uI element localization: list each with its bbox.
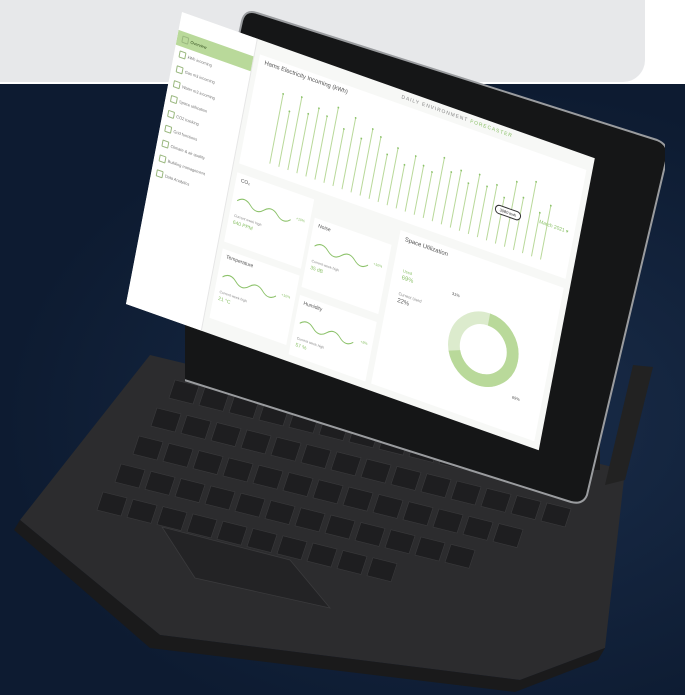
chart-bar-cap: [443, 156, 446, 159]
metric-sparkline: [314, 244, 369, 268]
sidebar-item-icon: [169, 94, 178, 105]
chart-bar: [314, 116, 328, 180]
chart-bar-cap: [549, 204, 552, 207]
chart-bar: [332, 128, 345, 187]
chart-bar-cap: [503, 196, 506, 199]
metric-title: CO₂: [240, 177, 251, 188]
metric-change: +10%: [295, 216, 306, 224]
chart-bar-cap: [535, 180, 538, 183]
sidebar-item-icon: [161, 139, 170, 149]
chart-bar-cap: [467, 182, 470, 185]
chart-bar: [530, 212, 541, 257]
chart-bar-cap: [318, 107, 320, 110]
metric-sparkline: [222, 274, 277, 298]
chart-bar: [431, 157, 445, 222]
chart-bar: [449, 170, 462, 228]
chart-bar-cap: [360, 137, 363, 140]
chart-bar-cap: [307, 112, 310, 115]
metric-change: +10%: [373, 261, 383, 269]
chart-bar-cap: [460, 169, 463, 172]
chart-bar-cap: [282, 92, 285, 95]
chart-bar: [350, 138, 362, 193]
chart-bar: [377, 154, 388, 203]
chart-bar: [368, 136, 382, 199]
space-title: Space Utilization: [404, 237, 449, 259]
chart-bar: [440, 171, 452, 225]
metric-sparkline: [236, 198, 292, 222]
sidebar-item-label: Overview: [190, 39, 208, 51]
chart-bar: [458, 183, 469, 231]
sidebar-item-icon: [158, 154, 167, 164]
chart-bar-cap: [478, 173, 481, 176]
chart-bar-cap: [538, 211, 541, 214]
metric-sparkline: [299, 321, 354, 345]
chart-bar-cap: [300, 96, 303, 99]
chart-bar-cap: [515, 180, 518, 183]
sidebar-item-icon: [175, 65, 184, 75]
sidebar-item-icon: [178, 50, 187, 60]
chart-bar-cap: [371, 128, 374, 130]
chart-bar-cap: [337, 106, 340, 109]
chart-bar: [413, 165, 425, 215]
metric-title: Noise: [317, 223, 332, 234]
chart-bar-cap: [486, 185, 488, 188]
metric-change: +8%: [360, 339, 368, 347]
chart-bar-cap: [343, 128, 345, 130]
used-value: 69%: [401, 275, 414, 286]
metric-title: Humidity: [302, 300, 323, 314]
chart-bar-cap: [522, 196, 525, 199]
chart-bar: [296, 113, 309, 174]
chart-bar-cap: [496, 183, 498, 186]
chart-bar-cap: [288, 110, 291, 113]
metric-title: Temperature: [225, 254, 254, 270]
donut-chart: [448, 311, 519, 387]
metric-change: +10%: [281, 292, 291, 300]
chart-bar: [404, 155, 417, 212]
sidebar-item-icon: [181, 35, 190, 45]
chart-bar: [278, 111, 290, 167]
chart-bar: [540, 205, 552, 260]
chart-bar: [422, 171, 433, 219]
chart-bar: [476, 186, 488, 238]
sidebar-item-icon: [155, 169, 164, 179]
chart-bar: [512, 197, 524, 251]
chart-bar-cap: [450, 171, 453, 174]
chart-bar-cap: [414, 155, 417, 158]
chart-bar-cap: [386, 153, 389, 156]
sidebar-item-icon: [167, 109, 176, 120]
sidebar-item-icon: [164, 124, 173, 134]
chart-bar-cap: [354, 116, 357, 119]
chart-bar: [395, 164, 405, 209]
chart-bar-cap: [403, 163, 406, 166]
chart-bar-cap: [380, 136, 382, 138]
chart-bar: [386, 147, 399, 206]
chart-bar-cap: [397, 147, 399, 150]
sidebar-item-icon: [172, 80, 181, 90]
chart-bar-cap: [326, 115, 328, 118]
chart-bar: [467, 174, 481, 235]
chart-bar-cap: [422, 164, 425, 167]
sidebar-item-label: Data Analytics: [164, 173, 190, 187]
chart-bar-cap: [431, 171, 433, 173]
